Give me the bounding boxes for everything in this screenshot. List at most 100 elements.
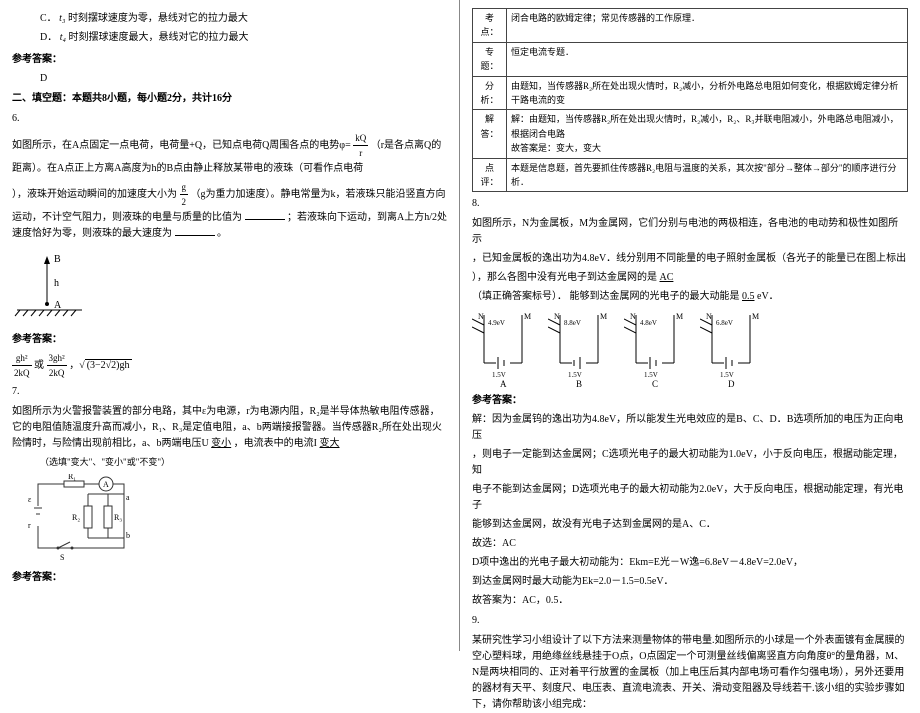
diagram-c: N M 4.8eV 1.5V C bbox=[624, 309, 694, 387]
svg-text:N: N bbox=[706, 312, 712, 321]
ans6-comma: ，√ bbox=[69, 360, 85, 371]
q8-p4-line: （填正确答案标号）． 能够到达金属网的光电子的最大动能是 0.5 eV． bbox=[472, 289, 908, 305]
ref-answer-label-2: 参考答案： bbox=[12, 332, 447, 348]
ref-answer-label-4: 参考答案： bbox=[472, 393, 908, 409]
svg-text:r: r bbox=[28, 521, 31, 530]
row-fx-value: 由题知，当传感器R₂所在处出现火情时，R₂减小，分析外电路总电阻如何变化，根据欧… bbox=[507, 76, 908, 110]
svg-text:R₂: R₂ bbox=[72, 513, 80, 522]
right-column: 考点： 闭合电路的欧姆定律；常见传感器的工作原理． 专题： 恒定电流专题． 分析… bbox=[460, 0, 920, 651]
sol-p8: 故答案为：AC，0.5． bbox=[472, 593, 908, 609]
q6-p2a: ），液珠开始运动瞬间的加速度大小为 bbox=[12, 189, 177, 200]
row-jd-v2: 故答案是：变大，变大 bbox=[511, 141, 903, 155]
svg-text:4.9eV: 4.9eV bbox=[488, 319, 505, 327]
q8-ans1: AC bbox=[660, 272, 674, 283]
svg-text:h: h bbox=[54, 278, 59, 289]
option-d: D． t₄ 时刻摆球速度最大，悬线对它的拉力最大 bbox=[12, 30, 447, 46]
row-dp-value: 本题是信息题，首先要抓住传感器R₂电阻与温度的关系，其次按"部分→整体→部分"的… bbox=[507, 158, 908, 192]
diagram-b: N M 8.8eV 1.5V B bbox=[548, 309, 618, 387]
optd-label: D． bbox=[40, 32, 57, 43]
svg-text:R₃: R₃ bbox=[114, 513, 122, 522]
sol-p5: 故选：AC bbox=[472, 536, 908, 552]
svg-text:N: N bbox=[630, 312, 636, 321]
svg-text:M: M bbox=[676, 312, 683, 321]
svg-text:4.8eV: 4.8eV bbox=[640, 319, 657, 327]
q8-number: 8. bbox=[472, 196, 908, 212]
svg-text:N: N bbox=[554, 312, 560, 321]
row-dp-label: 点评： bbox=[473, 158, 507, 192]
section-2-title: 二、填空题：本题共8小题，每小题2分，共计16分 bbox=[12, 91, 447, 107]
t4-var: t₄ bbox=[60, 32, 66, 43]
svg-text:R₁: R₁ bbox=[68, 474, 76, 481]
q8-p3: ），那么各图中没有光电子到达金属网的是 bbox=[472, 272, 657, 283]
svg-text:6.8eV: 6.8eV bbox=[716, 319, 733, 327]
q9-number: 9. bbox=[472, 613, 908, 629]
q6-p1a: 如图所示，在A点固定一点电荷，电荷量+Q，已知点电荷Q周围各点的电势φ= bbox=[12, 140, 351, 151]
svg-text:1.5V: 1.5V bbox=[492, 371, 506, 379]
q8-p2: ，已知金属板的逸出功为4.8eV．线分别用不同能量的电子照射金属板（各光子的能量… bbox=[472, 251, 908, 267]
figure-q6: B h A bbox=[12, 246, 447, 326]
row-jd-label: 解答： bbox=[473, 110, 507, 158]
svg-text:N: N bbox=[478, 312, 484, 321]
blank-1 bbox=[245, 210, 285, 220]
sol-p1: 解：因为金属钨的逸出功为4.8eV，所以能发生光电效应的是B、C、D．B选项所加… bbox=[472, 412, 908, 444]
q6-number: 6. bbox=[12, 111, 447, 127]
svg-text:1.5V: 1.5V bbox=[644, 371, 658, 379]
analysis-table: 考点： 闭合电路的欧姆定律；常见传感器的工作原理． 专题： 恒定电流专题． 分析… bbox=[472, 8, 908, 192]
optd-text: 时刻摆球速度最大，悬线对它的拉力最大 bbox=[69, 32, 249, 43]
diagram-d: N M 6.8eV 1.5V D bbox=[700, 309, 770, 387]
row-jd-v1: 解：由题知，当传感器R₂所在处出现火情时，R₂减小，R₂、R₃并联电阻减小，外电… bbox=[511, 112, 903, 141]
q7-number: 7. bbox=[12, 384, 447, 400]
ans6-or: 或 bbox=[34, 360, 44, 371]
figure-q7-circuit: ε r S R₁ A a b R₂ R₃ bbox=[28, 474, 447, 564]
ref-answer-label-3: 参考答案： bbox=[12, 570, 447, 586]
sol-p4: 能够到达金属网，故没有光电子达到金属网的是A、C． bbox=[472, 517, 908, 533]
svg-text:A: A bbox=[103, 480, 109, 489]
svg-text:ε: ε bbox=[28, 495, 32, 504]
row-kd-label: 考点： bbox=[473, 9, 507, 43]
svg-text:D: D bbox=[728, 379, 735, 387]
q6-para1: 如图所示，在A点固定一点电荷，电荷量+Q，已知点电荷Q周围各点的电势φ= kQr… bbox=[12, 131, 447, 177]
row-zt-label: 专题： bbox=[473, 42, 507, 76]
svg-text:M: M bbox=[600, 312, 607, 321]
q7-para: 如图所示为火警报警装置的部分电路，其中ε为电源，r为电源内阻，R₂是半导体热敏电… bbox=[12, 404, 447, 452]
ans6-sqrt: (3−2√2)gh bbox=[85, 359, 132, 371]
svg-text:C: C bbox=[652, 379, 658, 387]
q8-p4a: （填正确答案标号）． bbox=[472, 291, 567, 302]
svg-text:A: A bbox=[500, 379, 507, 387]
g2-frac: g2 bbox=[180, 180, 189, 210]
svg-text:M: M bbox=[752, 312, 759, 321]
option-c: C． t₃ 时刻摆球速度为零，悬线对它的拉力最大 bbox=[12, 11, 447, 27]
q8-ans2: 0.5 bbox=[742, 291, 755, 302]
svg-text:1.5V: 1.5V bbox=[568, 371, 582, 379]
row-fx-label: 分析： bbox=[473, 76, 507, 110]
t3-var: t₃ bbox=[59, 13, 65, 24]
row-jd-value: 解：由题知，当传感器R₂所在处出现火情时，R₂减小，R₂、R₃并联电阻减小，外电… bbox=[507, 110, 908, 158]
q8-p4b: 能够到达金属网的光电子的最大动能是 bbox=[570, 291, 740, 302]
q8-p4c: eV． bbox=[757, 291, 779, 302]
svg-text:A: A bbox=[54, 300, 62, 311]
ans6-frac1: gh² 2kQ bbox=[12, 351, 32, 381]
q7-blank-1: 变小 bbox=[211, 438, 231, 449]
ref-answer-label-1: 参考答案： bbox=[12, 52, 447, 68]
q7-p2: ，电流表中的电流I bbox=[234, 438, 317, 449]
svg-text:M: M bbox=[524, 312, 531, 321]
ans6-frac2: 3gh² 2kQ bbox=[47, 351, 67, 381]
optc-text: 时刻摆球速度为零，悬线对它的拉力最大 bbox=[68, 13, 248, 24]
optc-label: C． bbox=[40, 13, 57, 24]
svg-text:8.8eV: 8.8eV bbox=[564, 319, 581, 327]
row-zt-value: 恒定电流专题． bbox=[507, 42, 908, 76]
svg-text:S: S bbox=[60, 553, 64, 562]
sol-p7: 到达金属网时最大动能为Ek=2.0－1.5=0.5eV． bbox=[472, 574, 908, 590]
answer-5: D bbox=[12, 71, 447, 87]
blank-2 bbox=[175, 226, 215, 236]
q9-p1: 某研究性学习小组设计了以下方法来测量物体的带电量.如图所示的小球是一个外表面镀有… bbox=[472, 633, 908, 713]
q6-para2: ），液珠开始运动瞬间的加速度大小为 g2 （g为重力加速度）。静电常量为k，若液… bbox=[12, 180, 447, 242]
answer-6: gh² 2kQ 或 3gh² 2kQ ，√(3−2√2)gh bbox=[12, 351, 447, 381]
row-kd-value: 闭合电路的欧姆定律；常见传感器的工作原理． bbox=[507, 9, 908, 43]
q7-blank-2: 变大 bbox=[320, 438, 340, 449]
q7-hint: （选填"变大"、"变小"或"不变"） bbox=[12, 455, 447, 469]
svg-text:B: B bbox=[54, 254, 61, 265]
sol-p2: ，则电子一定能到达金属网；C选项光电子的最大初动能为1.0eV，小于反向电压，根… bbox=[472, 447, 908, 479]
q8-p1: 如图所示，N为金属板，M为金属网，它们分别与电池的两极相连，各电池的电动势和极性… bbox=[472, 216, 908, 248]
sol-p6: D项中逸出的光电子最大初动能为：Ekm=E光－W逸=6.8eV－4.8eV=2.… bbox=[472, 555, 908, 571]
